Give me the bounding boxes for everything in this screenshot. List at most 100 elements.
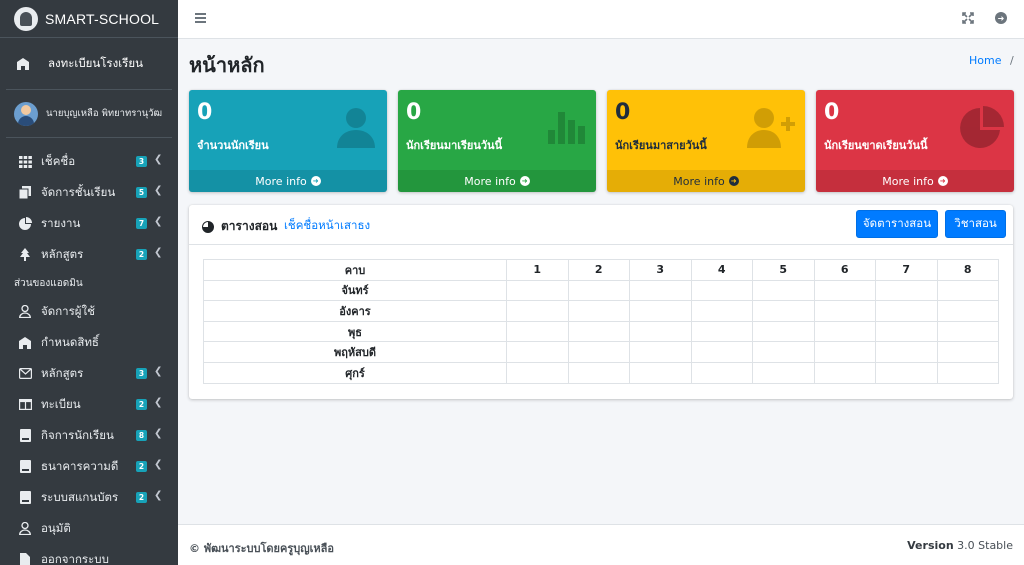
column-header: 8 <box>936 259 999 281</box>
avatar <box>14 101 38 126</box>
period-cell[interactable] <box>813 279 876 302</box>
stat-present-today: 0 นักเรียนมาเรียนวันนี้ More info ➜ <box>398 90 596 192</box>
bar-chart-icon <box>546 106 586 149</box>
period-cell[interactable] <box>567 279 630 302</box>
period-cell[interactable] <box>936 361 999 384</box>
fullscreen-icon[interactable] <box>962 12 974 24</box>
period-cell[interactable] <box>690 300 753 322</box>
period-cell[interactable] <box>506 361 569 384</box>
period-cell[interactable] <box>629 279 692 302</box>
period-cell[interactable] <box>629 320 692 343</box>
version-value: 3.0 Stable <box>957 539 1013 552</box>
sidebar: SMART-SCHOOL ลงทะเบียนโรงเรียน นายบุญเหล… <box>0 0 178 565</box>
period-cell[interactable] <box>690 320 753 343</box>
period-cell[interactable] <box>506 279 569 302</box>
period-cell[interactable] <box>813 361 876 384</box>
sidebar-item-permissions[interactable]: กำหนดสิทธิ์ <box>0 327 178 358</box>
period-cell[interactable] <box>567 341 630 363</box>
period-cell[interactable] <box>690 361 753 384</box>
period-cell[interactable] <box>813 300 876 322</box>
period-cell[interactable] <box>875 341 938 363</box>
sidebar-item-label: ลงทะเบียนโรงเรียน <box>48 55 143 70</box>
period-cell[interactable] <box>629 341 692 363</box>
period-cell[interactable] <box>875 300 938 322</box>
school-icon <box>16 57 30 71</box>
period-cell[interactable] <box>875 320 938 343</box>
period-cell[interactable] <box>752 279 815 302</box>
brand-logo <box>14 6 38 31</box>
stat-value: 0 <box>824 100 840 125</box>
sidebar-item-approve[interactable]: อนุมัติ <box>0 513 178 544</box>
period-cell[interactable] <box>629 300 692 322</box>
period-cell[interactable] <box>813 320 876 343</box>
chevron-left-icon: ❮ <box>154 397 163 408</box>
period-cell[interactable] <box>567 300 630 322</box>
more-info-link[interactable]: More info ➜ <box>607 170 805 192</box>
sidebar-item-classes[interactable]: จัดการชั้นเรียน 5 ❮ <box>0 177 178 208</box>
sidebar-item-card-scan[interactable]: ระบบสแกนบัตร 2 ❮ <box>0 482 178 513</box>
count-badge: 2 <box>136 461 147 472</box>
sidebar-item-reports[interactable]: รายงาน 7 ❮ <box>0 208 178 239</box>
sidebar-item-manage-users[interactable]: จัดการผู้ใช้ <box>0 296 178 327</box>
sidebar-item-checkin[interactable]: เช็คชื่อ 3 ❮ <box>0 146 178 177</box>
sidebar-item-curriculum[interactable]: หลักสูตร 2 ❮ <box>0 239 178 270</box>
period-cell[interactable] <box>752 320 815 343</box>
count-badge: 2 <box>136 399 147 410</box>
stat-label: นักเรียนมาสายวันนี้ <box>615 139 707 152</box>
table-row: พุธ <box>203 320 999 343</box>
period-cell[interactable] <box>752 361 815 384</box>
chevron-left-icon: ❮ <box>154 459 163 470</box>
brand-link[interactable]: SMART-SCHOOL <box>0 0 178 38</box>
sidebar-item-goodness-bank[interactable]: ธนาคารความดี 2 ❮ <box>0 451 178 482</box>
sidebar-item-label: กิจการนักเรียน <box>41 427 114 442</box>
sidebar-item-register[interactable]: ลงทะเบียนโรงเรียน <box>6 38 172 90</box>
brand-name: SMART-SCHOOL <box>45 10 160 27</box>
period-cell[interactable] <box>629 361 692 384</box>
period-cell[interactable] <box>752 300 815 322</box>
breadcrumb-home-link[interactable]: Home <box>969 54 1001 67</box>
period-cell[interactable] <box>690 341 753 363</box>
stat-value: 0 <box>406 100 422 125</box>
sign-out-icon[interactable]: ➜ <box>995 12 1007 24</box>
period-cell[interactable] <box>936 320 999 343</box>
copy-icon <box>18 186 32 200</box>
period-cell[interactable] <box>752 341 815 363</box>
more-info-link[interactable]: More info ➜ <box>398 170 596 192</box>
sidebar-item-label: หลักสูตร <box>41 246 84 261</box>
schedule-table: คาบ 1 2 3 4 5 6 7 8 จันทร์ อังคาร พุธ พฤ… <box>203 259 999 384</box>
period-cell[interactable] <box>875 361 938 384</box>
sidebar-item-student-affairs[interactable]: กิจการนักเรียน 8 ❮ <box>0 420 178 451</box>
period-cell[interactable] <box>875 279 938 302</box>
sidebar-item-label: ธนาคารความดี <box>41 458 119 473</box>
period-cell[interactable] <box>936 279 999 302</box>
stat-value: 0 <box>615 100 631 125</box>
day-cell: อังคาร <box>203 300 507 322</box>
period-cell[interactable] <box>936 300 999 322</box>
chevron-left-icon: ❮ <box>154 428 163 439</box>
sidebar-item-logout[interactable]: ออกจากระบบ <box>0 544 178 565</box>
day-cell: พฤหัสบดี <box>203 341 507 363</box>
period-cell[interactable] <box>813 341 876 363</box>
period-cell[interactable] <box>567 361 630 384</box>
sidebar-item-registry[interactable]: ทะเบียน 2 ❮ <box>0 389 178 420</box>
more-info-link[interactable]: More info ➜ <box>816 170 1014 192</box>
user-panel[interactable]: นายบุญเหลือ พิทยาทรานุวัฒ <box>6 90 172 138</box>
period-cell[interactable] <box>690 279 753 302</box>
period-cell[interactable] <box>506 341 569 363</box>
subjects-button[interactable]: วิชาสอน <box>945 210 1006 238</box>
menu-toggle-icon[interactable] <box>195 13 206 23</box>
manage-schedule-button[interactable]: จัดตารางสอน <box>856 210 938 238</box>
sidebar-item-admin-curriculum[interactable]: หลักสูตร 3 ❮ <box>0 358 178 389</box>
arrow-circle-right-icon: ➜ <box>728 176 739 186</box>
period-cell[interactable] <box>936 341 999 363</box>
more-info-label: More info <box>673 174 725 188</box>
period-cell[interactable] <box>506 300 569 322</box>
chart-pie-icon <box>18 217 32 231</box>
page-title: หน้าหลัก <box>189 53 265 77</box>
more-info-link[interactable]: More info ➜ <box>189 170 387 192</box>
period-cell[interactable] <box>567 320 630 343</box>
flagpole-checkin-link[interactable]: เช็คชื่อหน้าเสาธง <box>284 217 370 235</box>
more-info-label: More info <box>464 174 516 188</box>
grid-icon <box>18 155 32 169</box>
period-cell[interactable] <box>506 320 569 343</box>
